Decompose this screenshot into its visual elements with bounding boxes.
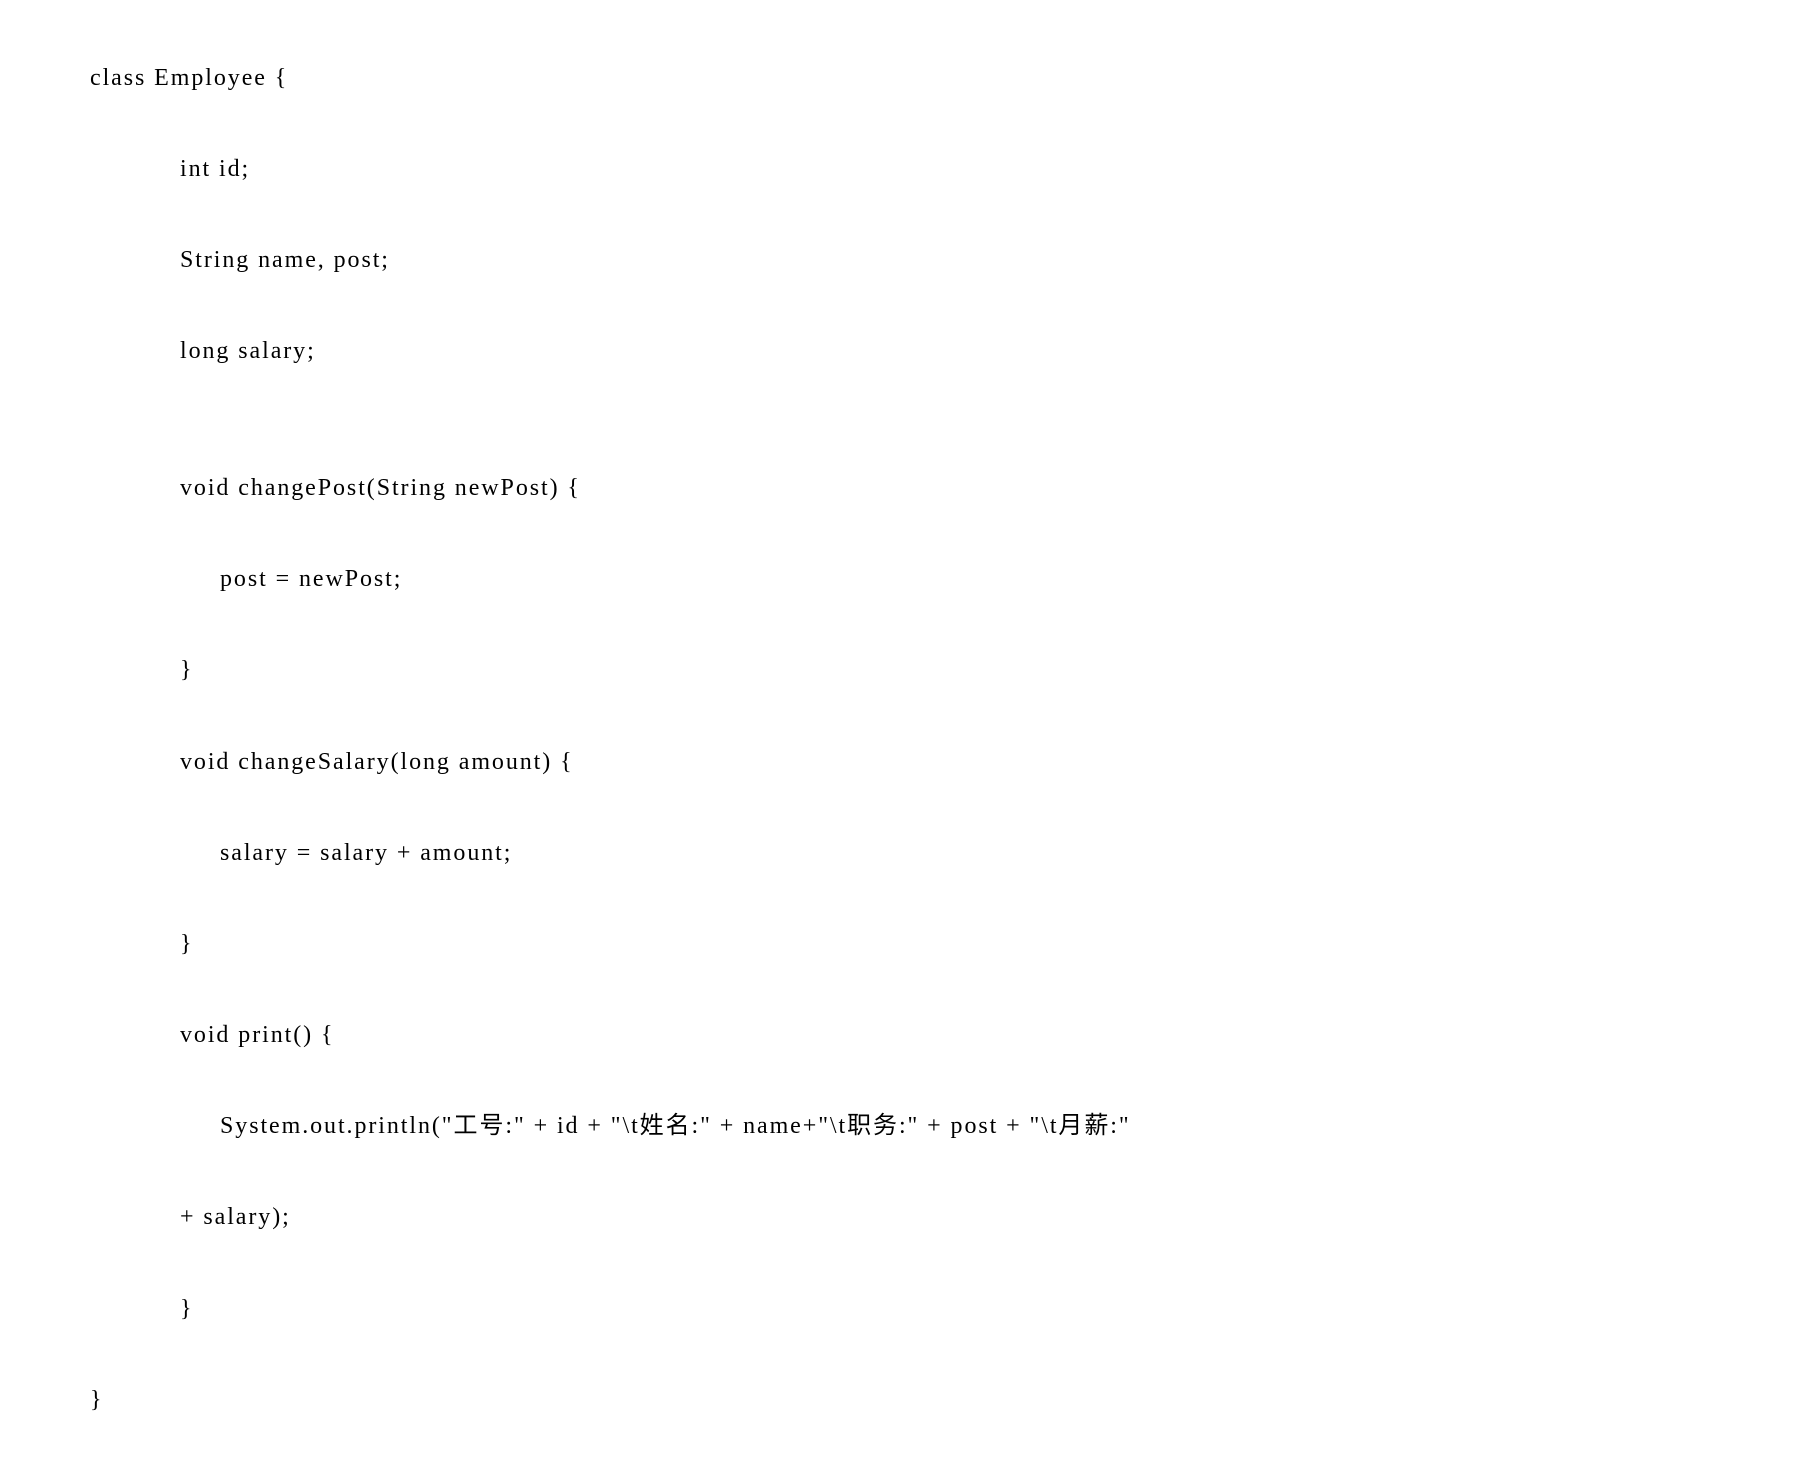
code-line: } — [90, 1378, 1763, 1424]
code-line: } — [90, 648, 1763, 694]
code-line: String name, post; — [90, 238, 1763, 284]
code-line: System.out.println("工号:" + id + "\t姓名:" … — [90, 1104, 1763, 1150]
code-block: class Employee { int id; String name, po… — [0, 0, 1803, 1479]
code-line: void changeSalary(long amount) { — [90, 740, 1763, 786]
code-line: class Employee { — [90, 56, 1763, 102]
code-line: void changePost(String newPost) { — [90, 466, 1763, 512]
code-line: long salary; — [90, 329, 1763, 375]
code-line: int id; — [90, 147, 1763, 193]
code-line: } — [90, 1287, 1763, 1333]
code-line: salary = salary + amount; — [90, 831, 1763, 877]
code-line: } — [90, 922, 1763, 968]
code-line: post = newPost; — [90, 557, 1763, 603]
code-line: + salary); — [90, 1195, 1763, 1241]
code-line: void print() { — [90, 1013, 1763, 1059]
